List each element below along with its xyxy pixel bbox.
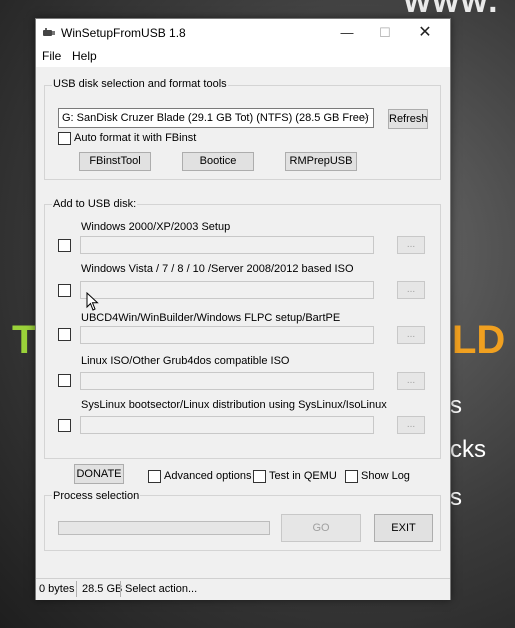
background-right-letters: LD [452,318,506,362]
go-button[interactable]: GO [281,514,361,542]
source-label-winxp: Windows 2000/XP/2003 Setup [81,221,231,233]
status-separator [76,581,77,597]
status-bar: 0 bytes 28.5 GB Select action... [36,578,450,600]
status-disk-size: 28.5 GB [82,583,123,595]
source-checkbox-winxp[interactable] [58,239,71,252]
bootice-button[interactable]: Bootice [182,152,254,171]
source-checkbox-winvista[interactable] [58,284,71,297]
source-checkbox-linux-iso[interactable] [58,374,71,387]
donate-button[interactable]: DONATE [74,464,124,484]
usb-disk-select[interactable]: G: SanDisk Cruzer Blade (29.1 GB Tot) (N… [58,108,374,128]
browse-button-winvista[interactable]: ... [397,281,425,299]
mouse-cursor-icon [86,292,99,311]
progress-bar [58,521,270,535]
source-path-winxp[interactable] [80,236,374,254]
show-log-label: Show Log [361,470,410,482]
status-separator [120,581,121,597]
show-log-checkbox[interactable] [345,470,358,483]
advanced-options-checkbox[interactable] [148,470,161,483]
process-selection-label: Process selection [52,490,141,502]
background-line-3: s [450,484,462,511]
browse-button-syslinux[interactable]: ... [397,416,425,434]
source-path-linux-iso[interactable] [80,372,374,390]
browse-button-linux-iso[interactable]: ... [397,372,425,390]
title-bar[interactable]: WinSetupFromUSB 1.8 — ☐ ✕ [36,19,450,47]
auto-format-label: Auto format it with FBinst [74,132,197,144]
usb-drive-icon [43,28,55,36]
source-label-syslinux: SysLinux bootsector/Linux distribution u… [81,399,387,411]
usb-disk-group-label: USB disk selection and format tools [52,78,228,90]
window-title: WinSetupFromUSB 1.8 [61,26,186,40]
source-path-ubcd4win[interactable] [80,326,374,344]
test-qemu-checkbox[interactable] [253,470,266,483]
background-left-letter: T [12,318,37,362]
maximize-button[interactable]: ☐ [366,19,404,47]
chevron-down-icon: ⌵ [361,111,369,122]
source-path-syslinux[interactable] [80,416,374,434]
usb-disk-selected-value: G: SanDisk Cruzer Blade (29.1 GB Tot) (N… [62,112,369,124]
auto-format-checkbox[interactable] [58,132,71,145]
source-checkbox-ubcd4win[interactable] [58,328,71,341]
exit-button[interactable]: EXIT [374,514,433,542]
browse-button-winxp[interactable]: ... [397,236,425,254]
menu-bar: File Help [36,47,450,67]
fbinsttool-button[interactable]: FBinstTool [79,152,151,171]
menu-file[interactable]: File [42,49,61,63]
minimize-button[interactable]: — [328,19,366,47]
background-line-1: s [450,392,462,419]
source-label-linux-iso: Linux ISO/Other Grub4dos compatible ISO [81,355,290,367]
advanced-options-label: Advanced options [164,470,252,482]
status-bytes: 0 bytes [39,583,75,595]
test-qemu-label: Test in QEMU [269,470,337,482]
rmprepusb-button[interactable]: RMPrepUSB [285,152,357,171]
background-line-2: cks [450,436,486,463]
browse-button-ubcd4win[interactable]: ... [397,326,425,344]
menu-help[interactable]: Help [72,49,97,63]
source-label-ubcd4win: UBCD4Win/WinBuilder/Windows FLPC setup/B… [81,312,341,324]
status-action: Select action... [125,583,198,595]
add-to-usb-group-label: Add to USB disk: [52,198,138,210]
close-button[interactable]: ✕ [406,19,444,47]
refresh-button[interactable]: Refresh [388,109,428,129]
source-checkbox-syslinux[interactable] [58,419,71,432]
source-label-winvista: Windows Vista / 7 / 8 / 10 /Server 2008/… [81,263,354,275]
source-path-winvista[interactable] [80,281,374,299]
